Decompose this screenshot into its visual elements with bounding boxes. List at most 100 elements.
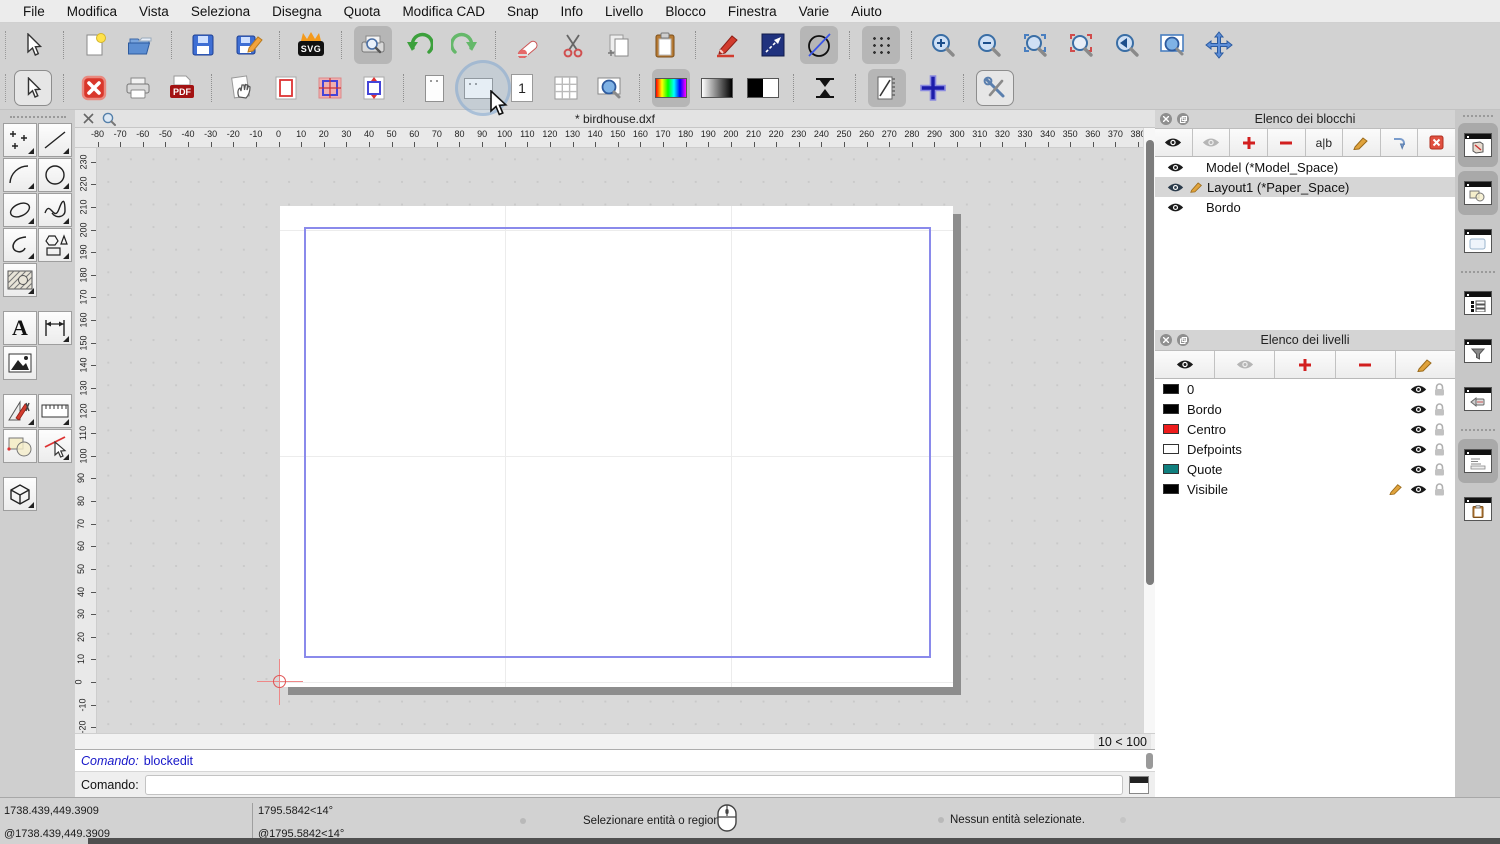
block-rename-button[interactable]: a|b [1306, 129, 1344, 156]
menu-finestra[interactable]: Finestra [717, 4, 788, 19]
hatch-tool-button[interactable] [3, 263, 37, 297]
vertical-scrollbar-thumb[interactable] [1146, 140, 1154, 585]
dock-clipboard-button[interactable] [1458, 487, 1498, 531]
lock-icon[interactable] [1434, 423, 1445, 436]
block-hide-button[interactable] [1193, 129, 1231, 156]
lock-icon[interactable] [1434, 483, 1445, 496]
panel-close-icon[interactable] [1160, 113, 1172, 125]
eye-icon[interactable] [1410, 444, 1427, 455]
zoom-page-button[interactable] [592, 71, 628, 105]
line-tool-button[interactable] [38, 123, 72, 157]
block-remove-button[interactable] [1268, 129, 1306, 156]
block-row[interactable]: Bordo [1155, 197, 1455, 217]
multi-page-button[interactable] [548, 71, 584, 105]
flatten-button[interactable] [806, 69, 844, 107]
lock-icon[interactable] [1434, 383, 1445, 396]
points-tool-button[interactable] [3, 123, 37, 157]
select-entity-tool-button[interactable] [38, 429, 72, 463]
layer-row[interactable]: Defpoints [1155, 439, 1455, 459]
circle-tool-button[interactable] [38, 158, 72, 192]
lock-icon[interactable] [1434, 463, 1445, 476]
paste-button[interactable] [646, 26, 684, 64]
menu-quota[interactable]: Quota [333, 4, 392, 19]
pan-hand-button[interactable] [224, 71, 260, 105]
tab-zoom-icon[interactable] [102, 112, 116, 126]
layer-add-button[interactable] [1275, 351, 1335, 378]
zoom-out-button[interactable] [970, 26, 1008, 64]
vertical-scrollbar[interactable] [1143, 128, 1155, 733]
paper-space-button[interactable] [312, 71, 348, 105]
block-show-button[interactable] [1155, 129, 1193, 156]
eye-icon[interactable] [1410, 384, 1427, 395]
layer-row[interactable]: 0 [1155, 379, 1455, 399]
horizontal-scrollbar[interactable]: 10 < 100 [75, 733, 1155, 749]
polyline-tool-button[interactable] [3, 228, 37, 262]
drawing-viewport[interactable] [97, 148, 1143, 733]
full-color-button[interactable] [652, 69, 690, 107]
menu-vista[interactable]: Vista [128, 4, 180, 19]
menu-varie[interactable]: Varie [788, 4, 841, 19]
panel-detach-icon[interactable] [1177, 113, 1189, 125]
block-row-selected[interactable]: Layout1 (*Paper_Space) [1155, 177, 1455, 197]
layer-row[interactable]: Centro [1155, 419, 1455, 439]
portrait-page-button[interactable] [416, 71, 452, 105]
layer-show-button[interactable] [1155, 351, 1215, 378]
spline-tool-button[interactable] [38, 193, 72, 227]
block-purge-button[interactable] [1418, 129, 1455, 156]
eye-icon[interactable] [1167, 182, 1184, 193]
print-preview-button[interactable] [354, 26, 392, 64]
layer-row[interactable]: Quote [1155, 459, 1455, 479]
menu-info[interactable]: Info [550, 4, 595, 19]
zoom-previous-button[interactable] [1108, 26, 1146, 64]
pan-button[interactable] [1200, 26, 1238, 64]
crosshair-button[interactable] [914, 69, 952, 107]
menu-modifica-cad[interactable]: Modifica CAD [391, 4, 496, 19]
select-mode-button[interactable] [14, 70, 52, 106]
history-scrollbar-thumb[interactable] [1146, 753, 1153, 769]
menu-disegna[interactable]: Disegna [261, 4, 333, 19]
block-add-button[interactable] [1230, 129, 1268, 156]
menu-blocco[interactable]: Blocco [654, 4, 717, 19]
open-document-button[interactable] [122, 26, 160, 64]
eye-icon[interactable] [1410, 424, 1427, 435]
panel-close-icon[interactable] [1160, 334, 1172, 346]
zoom-selection-button[interactable] [1062, 26, 1100, 64]
menu-seleziona[interactable]: Seleziona [180, 4, 261, 19]
zoom-window-button[interactable] [1154, 26, 1192, 64]
block-edit-button[interactable] [1343, 129, 1381, 156]
zoom-in-button[interactable] [924, 26, 962, 64]
line-attributes-button[interactable] [754, 26, 792, 64]
block-tool-button[interactable] [3, 429, 37, 463]
dock-viewport-button[interactable] [1458, 219, 1498, 263]
layer-row[interactable]: Visibile [1155, 479, 1455, 499]
cut-button[interactable] [554, 26, 592, 64]
undo-button[interactable] [400, 26, 438, 64]
dock-command-window-button[interactable] [1458, 439, 1498, 483]
arc-tool-button[interactable] [3, 158, 37, 192]
save-as-button[interactable] [230, 26, 268, 64]
save-button[interactable] [184, 26, 222, 64]
lock-icon[interactable] [1434, 443, 1445, 456]
dock-drag-handle[interactable] [1463, 115, 1493, 117]
layer-row[interactable]: Bordo [1155, 399, 1455, 419]
eye-icon[interactable] [1167, 162, 1184, 173]
viewport-border-button[interactable] [268, 71, 304, 105]
zoom-auto-button[interactable] [1016, 26, 1054, 64]
block-row[interactable]: Model (*Model_Space) [1155, 157, 1455, 177]
layer-remove-button[interactable] [1336, 351, 1396, 378]
dock-block-edit-button[interactable] [1458, 123, 1498, 167]
eye-icon[interactable] [1410, 484, 1427, 495]
draft-mode-button[interactable] [868, 69, 906, 107]
close-layout-button[interactable] [76, 71, 112, 105]
circle-attributes-button[interactable] [800, 26, 838, 64]
black-white-button[interactable] [744, 69, 782, 107]
modify-tool-button[interactable] [3, 394, 37, 428]
select-tool-button[interactable] [14, 26, 52, 64]
fit-viewport-button[interactable] [356, 71, 392, 105]
print-button[interactable] [120, 71, 156, 105]
close-tab-icon[interactable] [83, 113, 94, 124]
toolbar-drag-handle[interactable] [5, 31, 7, 59]
dock-library-button[interactable] [1458, 171, 1498, 215]
redo-button[interactable] [446, 26, 484, 64]
solid-3d-tool-button[interactable] [3, 477, 37, 511]
